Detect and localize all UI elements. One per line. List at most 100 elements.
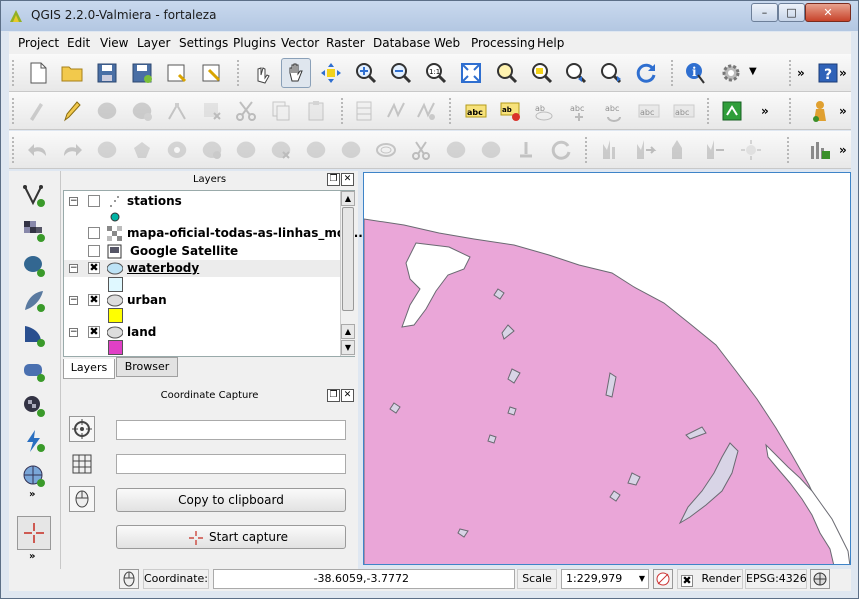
cut-features-button[interactable] <box>231 96 261 126</box>
toolbar-overflow-button[interactable]: » <box>761 104 769 118</box>
delete-selected-button[interactable] <box>197 96 227 126</box>
zoom-out-button[interactable] <box>386 58 416 88</box>
collapse-toggle[interactable]: − <box>69 328 78 337</box>
undo-digitize-button[interactable] <box>349 96 379 126</box>
toggle-editing-button[interactable] <box>57 96 87 126</box>
scroll-down-arrow[interactable]: ▼ <box>341 340 355 355</box>
render-checkbox[interactable]: ✖ <box>681 575 693 587</box>
menu-help[interactable]: Help <box>537 36 564 50</box>
show-hide-labels-button[interactable]: ab <box>529 96 559 126</box>
layer-visibility-checkbox[interactable] <box>88 245 100 257</box>
zoom-actual-size-button[interactable]: 1:1 <box>421 58 451 88</box>
toolbar-grip[interactable] <box>449 98 451 124</box>
add-feature-button[interactable] <box>127 96 157 126</box>
toolbar-grip[interactable] <box>341 98 343 124</box>
menu-database[interactable]: Database <box>373 36 430 50</box>
redo-button[interactable] <box>57 135 87 165</box>
dropdown-arrow-icon[interactable]: ▼ <box>749 66 757 77</box>
close-button[interactable]: ✕ <box>805 3 851 22</box>
add-wms-layer-button[interactable] <box>19 391 49 421</box>
layer-visibility-checkbox[interactable] <box>88 227 100 239</box>
map-crs-button[interactable] <box>69 416 95 442</box>
identify-features-button[interactable]: i <box>681 58 711 88</box>
add-wfs-layer-button[interactable] <box>19 461 49 491</box>
collapse-toggle[interactable]: − <box>69 264 78 273</box>
start-capture-button[interactable]: Start capture <box>116 525 346 549</box>
layer-row-mapa-oficial[interactable]: mapa-oficial-todas-as-linhas_mod... <box>64 225 367 242</box>
layer-row-urban[interactable]: − ✖ urban <box>64 292 340 309</box>
refresh-button[interactable] <box>631 58 661 88</box>
menu-view[interactable]: View <box>100 36 128 50</box>
menu-settings[interactable]: Settings <box>179 36 228 50</box>
scale-combobox[interactable]: 1:229,979 ▼ <box>561 569 649 589</box>
close-panel-button[interactable]: ✕ <box>341 389 354 402</box>
run-feature-action-button[interactable] <box>716 58 746 88</box>
zoom-next-button[interactable] <box>596 58 626 88</box>
toolbar-overflow-button[interactable]: » <box>29 489 35 500</box>
raster-tool-4-button[interactable] <box>701 135 731 165</box>
collapse-toggle[interactable]: − <box>69 197 78 206</box>
layer-visibility-checkbox[interactable]: ✖ <box>88 326 100 338</box>
edit-label-button[interactable]: abc <box>669 96 699 126</box>
toolbar-grip[interactable] <box>12 137 14 163</box>
delete-part-button[interactable] <box>301 135 331 165</box>
tab-layers[interactable]: Layers <box>63 359 115 379</box>
float-panel-button[interactable]: ❐ <box>327 173 340 186</box>
layer-row-stations[interactable]: − stations <box>64 193 340 210</box>
tab-browser[interactable]: Browser <box>116 357 178 377</box>
menu-vector[interactable]: Vector <box>281 36 319 50</box>
maximize-button[interactable]: □ <box>778 3 805 22</box>
menu-layer[interactable]: Layer <box>137 36 170 50</box>
minimize-button[interactable]: – <box>751 3 778 22</box>
rotate-label-button[interactable]: abc <box>599 96 629 126</box>
add-ring-button[interactable] <box>162 135 192 165</box>
toolbar-overflow-button[interactable]: » <box>797 66 805 80</box>
stop-render-button[interactable] <box>653 569 673 589</box>
toolbar-overflow-button[interactable]: » <box>839 143 847 157</box>
zoom-last-button[interactable] <box>561 58 591 88</box>
menu-project[interactable]: Project <box>18 36 59 50</box>
toolbar-overflow-button[interactable]: » <box>839 66 847 80</box>
toolbar-overflow-button[interactable]: » <box>839 104 847 118</box>
split-parts-button[interactable] <box>441 135 471 165</box>
green-plugin-button[interactable] <box>717 96 747 126</box>
title-bar[interactable]: QGIS 2.2.0-Valmiera - fortaleza – □ ✕ <box>1 1 858 31</box>
save-as-button[interactable] <box>127 58 157 88</box>
add-vector-layer-button[interactable] <box>19 181 49 211</box>
raster-calculator-button[interactable] <box>805 135 835 165</box>
new-project-button[interactable] <box>23 58 53 88</box>
add-mssql-layer-button[interactable] <box>19 321 49 351</box>
collapse-toggle[interactable]: − <box>69 296 78 305</box>
toolbar-grip[interactable] <box>789 98 791 124</box>
toolbar-overflow-button[interactable]: » <box>29 551 35 562</box>
copy-to-clipboard-button[interactable]: Copy to clipboard <box>116 488 346 512</box>
save-project-button[interactable] <box>92 58 122 88</box>
offset-curve-button[interactable] <box>371 135 401 165</box>
reshape-features-button[interactable] <box>336 135 366 165</box>
add-spatialite-layer-button[interactable] <box>19 286 49 316</box>
add-oracle-layer-button[interactable] <box>19 356 49 386</box>
scroll-up-arrow[interactable]: ▲ <box>341 324 355 339</box>
menu-web[interactable]: Web <box>434 36 460 50</box>
node-tool-button[interactable] <box>162 96 192 126</box>
layer-row-land[interactable]: − ✖ land <box>64 324 340 341</box>
track-mouse-button[interactable] <box>69 486 95 512</box>
move-label-button[interactable]: abc <box>564 96 594 126</box>
menu-edit[interactable]: Edit <box>67 36 90 50</box>
layer-visibility-checkbox[interactable]: ✖ <box>88 294 100 306</box>
delete-ring-button[interactable] <box>266 135 296 165</box>
coordinate-capture-tool-button[interactable] <box>17 516 51 550</box>
fill-ring-button[interactable] <box>231 135 261 165</box>
new-print-composer-button[interactable] <box>162 58 192 88</box>
rotate-feature-button[interactable] <box>92 135 122 165</box>
split-features-button[interactable] <box>406 135 436 165</box>
pin-labels-button[interactable]: ab <box>496 96 526 126</box>
toggle-extents-button[interactable] <box>119 569 139 589</box>
paste-features-button[interactable] <box>301 96 331 126</box>
scroll-up-arrow[interactable]: ▲ <box>341 191 355 206</box>
add-part-button[interactable] <box>197 135 227 165</box>
float-panel-button[interactable]: ❐ <box>327 389 340 402</box>
map-canvas[interactable] <box>363 172 851 565</box>
layer-row-waterbody[interactable]: − ✖ waterbody <box>64 260 340 277</box>
zoom-in-button[interactable] <box>351 58 381 88</box>
